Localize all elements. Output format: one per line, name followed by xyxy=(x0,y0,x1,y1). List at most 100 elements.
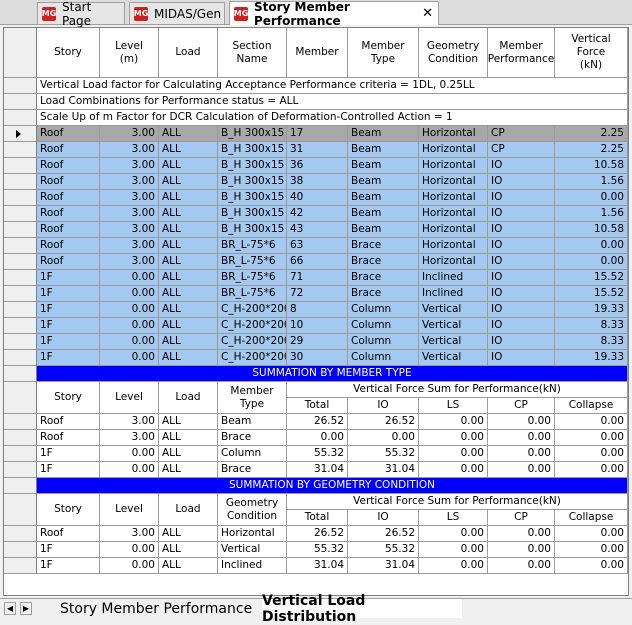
cell-member-type[interactable]: Beam xyxy=(348,174,419,190)
summary-cell[interactable]: 0.00 xyxy=(100,558,159,574)
cell-load[interactable]: ALL xyxy=(159,206,218,222)
row-header[interactable] xyxy=(4,350,37,366)
cell-load[interactable]: ALL xyxy=(159,222,218,238)
summary-cell[interactable]: Column xyxy=(218,446,287,462)
summary-cell[interactable]: 55.32 xyxy=(287,446,348,462)
cell-level[interactable]: 3.00 xyxy=(100,254,159,270)
cell-geometry-condition[interactable]: Horizontal xyxy=(419,142,488,158)
summary-cell[interactable]: 1F xyxy=(37,462,100,478)
cell-level[interactable]: 3.00 xyxy=(100,158,159,174)
summary-cell[interactable]: 0.00 xyxy=(287,430,348,446)
summary-cell[interactable]: Roof xyxy=(37,430,100,446)
summary-cell[interactable]: 3.00 xyxy=(100,430,159,446)
row-header[interactable] xyxy=(4,126,37,142)
summary-cell[interactable]: 31.04 xyxy=(348,558,419,574)
col-member[interactable]: Member xyxy=(287,28,348,78)
cell-story[interactable]: 1F xyxy=(37,286,100,302)
row-header[interactable] xyxy=(4,302,37,318)
cell-load[interactable]: ALL xyxy=(159,174,218,190)
cell-member[interactable]: 36 xyxy=(287,158,348,174)
cell-member-type[interactable]: Brace xyxy=(348,286,419,302)
cell-section-name[interactable]: C_H-200*200 xyxy=(218,334,287,350)
cell-geometry-condition[interactable]: Vertical xyxy=(419,334,488,350)
summary-cell[interactable]: Roof xyxy=(37,526,100,542)
cell-level[interactable]: 0.00 xyxy=(100,302,159,318)
summary-cell[interactable]: 0.00 xyxy=(419,430,488,446)
summary-cell[interactable]: 0.00 xyxy=(488,414,555,430)
cell-member[interactable]: 42 xyxy=(287,206,348,222)
cell-load[interactable]: ALL xyxy=(159,270,218,286)
summary-cell[interactable]: Brace xyxy=(218,462,287,478)
summary-cell[interactable]: 0.00 xyxy=(555,558,628,574)
summary-cell[interactable]: 0.00 xyxy=(488,558,555,574)
row-header[interactable] xyxy=(4,222,37,238)
summary-cell[interactable]: 31.04 xyxy=(287,558,348,574)
cell-section-name[interactable]: BR_L-75*6 xyxy=(218,238,287,254)
summary-cell[interactable]: 26.52 xyxy=(348,526,419,542)
cell-member[interactable]: 10 xyxy=(287,318,348,334)
cell-geometry-condition[interactable]: Horizontal xyxy=(419,158,488,174)
summary-cell[interactable]: 26.52 xyxy=(287,414,348,430)
performance-table[interactable]: Story Level (m) Load Section Name Member Memb… xyxy=(3,27,629,596)
cell-geometry-condition[interactable]: Horizontal xyxy=(419,126,488,142)
cell-member-performance[interactable]: IO xyxy=(488,302,555,318)
close-tab-icon[interactable]: ✕ xyxy=(422,6,433,21)
tab-midas-gen[interactable]: MG MIDAS/Gen xyxy=(129,2,225,24)
cell-member[interactable]: 31 xyxy=(287,142,348,158)
cell-member-performance[interactable]: IO xyxy=(488,174,555,190)
summary-cell[interactable]: ALL xyxy=(159,430,218,446)
cell-vertical-force[interactable]: 0.00 xyxy=(555,254,628,270)
cell-geometry-condition[interactable]: Inclined xyxy=(419,270,488,286)
summary-cell[interactable]: 26.52 xyxy=(287,526,348,542)
summary-cell[interactable]: 0.00 xyxy=(555,446,628,462)
cell-section-name[interactable]: B_H 300x15 xyxy=(218,206,287,222)
cell-section-name[interactable]: BR_L-75*6 xyxy=(218,254,287,270)
row-header[interactable] xyxy=(4,446,37,462)
row-header[interactable] xyxy=(4,318,37,334)
cell-member[interactable]: 29 xyxy=(287,334,348,350)
cell-level[interactable]: 3.00 xyxy=(100,190,159,206)
cell-level[interactable]: 0.00 xyxy=(100,318,159,334)
summary-cell[interactable]: Beam xyxy=(218,414,287,430)
cell-member[interactable]: 38 xyxy=(287,174,348,190)
cell-vertical-force[interactable]: 19.33 xyxy=(555,350,628,366)
summary-cell[interactable]: 0.00 xyxy=(419,558,488,574)
cell-section-name[interactable]: B_H 300x15 xyxy=(218,158,287,174)
cell-level[interactable]: 3.00 xyxy=(100,174,159,190)
row-header[interactable] xyxy=(4,494,37,526)
cell-level[interactable]: 3.00 xyxy=(100,206,159,222)
cell-member-type[interactable]: Brace xyxy=(348,238,419,254)
summary-cell[interactable]: 0.00 xyxy=(555,542,628,558)
summary-cell[interactable]: Brace xyxy=(218,430,287,446)
cell-load[interactable]: ALL xyxy=(159,238,218,254)
summary-cell[interactable]: 55.32 xyxy=(348,542,419,558)
cell-member[interactable]: 63 xyxy=(287,238,348,254)
summary-cell[interactable]: 0.00 xyxy=(488,446,555,462)
col-load[interactable]: Load xyxy=(159,28,218,78)
scroll-left-icon[interactable]: ◀ xyxy=(4,602,16,615)
cell-member-performance[interactable]: IO xyxy=(488,222,555,238)
summary-cell[interactable]: 55.32 xyxy=(287,542,348,558)
cell-vertical-force[interactable]: 1.56 xyxy=(555,206,628,222)
cell-load[interactable]: ALL xyxy=(159,254,218,270)
summary-cell[interactable]: 0.00 xyxy=(348,430,419,446)
cell-member[interactable]: 71 xyxy=(287,270,348,286)
cell-member-type[interactable]: Beam xyxy=(348,190,419,206)
summary-cell[interactable]: 0.00 xyxy=(555,526,628,542)
summary-cell[interactable]: ALL xyxy=(159,414,218,430)
cell-level[interactable]: 0.00 xyxy=(100,286,159,302)
cell-member-performance[interactable]: CP xyxy=(488,126,555,142)
cell-vertical-force[interactable]: 2.25 xyxy=(555,126,628,142)
cell-story[interactable]: Roof xyxy=(37,142,100,158)
cell-geometry-condition[interactable]: Vertical xyxy=(419,318,488,334)
cell-story[interactable]: Roof xyxy=(37,190,100,206)
cell-member[interactable]: 66 xyxy=(287,254,348,270)
summary-cell[interactable]: 3.00 xyxy=(100,526,159,542)
cell-member-type[interactable]: Column xyxy=(348,302,419,318)
row-header[interactable] xyxy=(4,110,37,126)
cell-member-performance[interactable]: IO xyxy=(488,254,555,270)
row-header[interactable] xyxy=(4,366,37,382)
cell-member-type[interactable]: Brace xyxy=(348,254,419,270)
cell-member-performance[interactable]: IO xyxy=(488,318,555,334)
cell-member[interactable]: 8 xyxy=(287,302,348,318)
